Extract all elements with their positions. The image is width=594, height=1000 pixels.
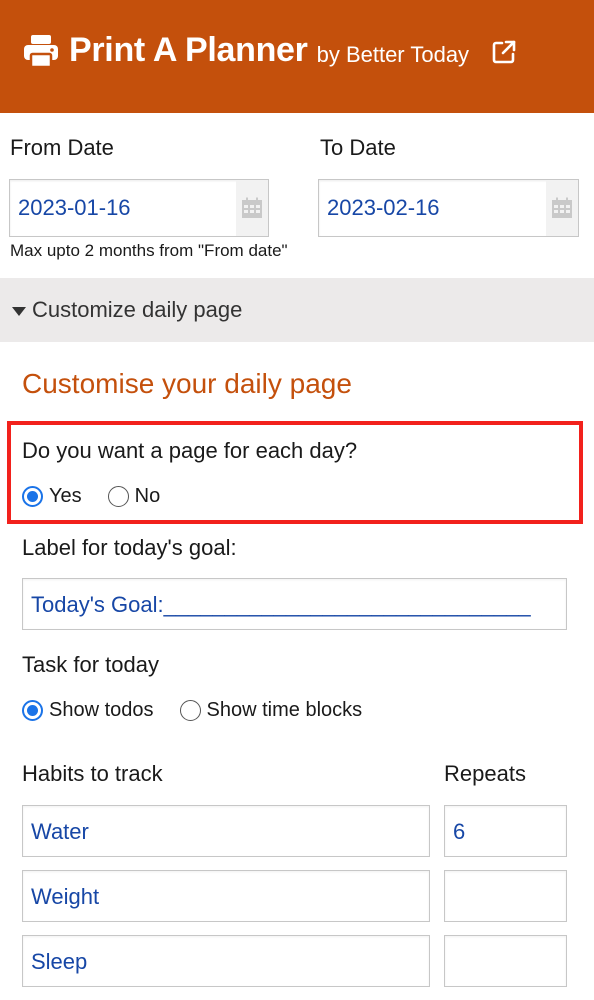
printer-icon <box>24 34 58 68</box>
goal-input[interactable]: Today's Goal:___________________________… <box>22 578 567 630</box>
task-options: Show todos Show time blocks <box>22 699 362 722</box>
to-date-input[interactable]: 2023-02-16 <box>318 179 579 237</box>
radio-no-button[interactable] <box>107 486 129 507</box>
goal-input-value: Today's Goal:___________________________… <box>31 592 531 617</box>
external-link-icon[interactable] <box>491 39 517 65</box>
repeats-input-2[interactable] <box>444 870 567 922</box>
app-header: Print A Planner by Better Today <box>0 0 594 113</box>
date-range-note: Max upto 2 months from "From date" <box>10 241 288 260</box>
repeats-label: Repeats <box>444 761 526 786</box>
from-date-value: 2023-01-16 <box>18 195 131 220</box>
from-date-picker[interactable] <box>236 180 268 236</box>
calendar-icon <box>552 197 572 218</box>
to-date-value: 2023-02-16 <box>327 195 440 220</box>
radio-show-todos-label: Show todos <box>49 699 154 721</box>
repeats-input-1[interactable]: 6 <box>444 805 567 857</box>
radio-yes[interactable]: Yes <box>22 485 82 508</box>
app-title: Print A Planner <box>69 31 308 69</box>
habits-label: Habits to track <box>22 761 163 786</box>
from-date-label: From Date <box>10 135 114 160</box>
radio-no-label: No <box>134 485 161 507</box>
from-date-input[interactable]: 2023-01-16 <box>9 179 269 237</box>
radio-no[interactable]: No <box>107 485 161 508</box>
page-each-day-options: Yes No <box>22 485 160 508</box>
customize-daily-page-toggle[interactable]: Customize daily page <box>0 278 594 342</box>
habit-input-1[interactable]: Water <box>22 805 430 857</box>
radio-show-todos[interactable]: Show todos <box>22 699 154 722</box>
repeats-input-3[interactable] <box>444 935 567 987</box>
radio-show-time-blocks-button[interactable] <box>179 700 201 721</box>
app-byline: by Better Today <box>316 41 470 67</box>
radio-yes-button[interactable] <box>22 486 43 507</box>
caret-down-icon <box>12 306 26 316</box>
habit-input-value: Sleep <box>31 949 88 974</box>
radio-show-time-blocks[interactable]: Show time blocks <box>179 699 363 722</box>
radio-show-time-blocks-label: Show time blocks <box>206 699 363 721</box>
calendar-icon <box>242 197 262 218</box>
task-label: Task for today <box>22 652 159 677</box>
customize-toggle-label: Customize daily page <box>32 297 243 322</box>
to-date-picker[interactable] <box>546 180 578 236</box>
radio-yes-label: Yes <box>49 485 82 507</box>
goal-label: Label for today's goal: <box>22 535 237 560</box>
highlight-box <box>7 421 583 524</box>
to-date-label: To Date <box>320 135 396 160</box>
habit-input-3[interactable]: Sleep <box>22 935 430 987</box>
section-title: Customise your daily page <box>22 368 352 399</box>
repeats-input-value: 6 <box>453 819 466 844</box>
habit-input-value: Weight <box>31 884 100 909</box>
radio-show-todos-button[interactable] <box>22 700 43 721</box>
page-each-day-question: Do you want a page for each day? <box>22 438 358 463</box>
habit-input-value: Water <box>31 819 89 844</box>
habit-input-2[interactable]: Weight <box>22 870 430 922</box>
